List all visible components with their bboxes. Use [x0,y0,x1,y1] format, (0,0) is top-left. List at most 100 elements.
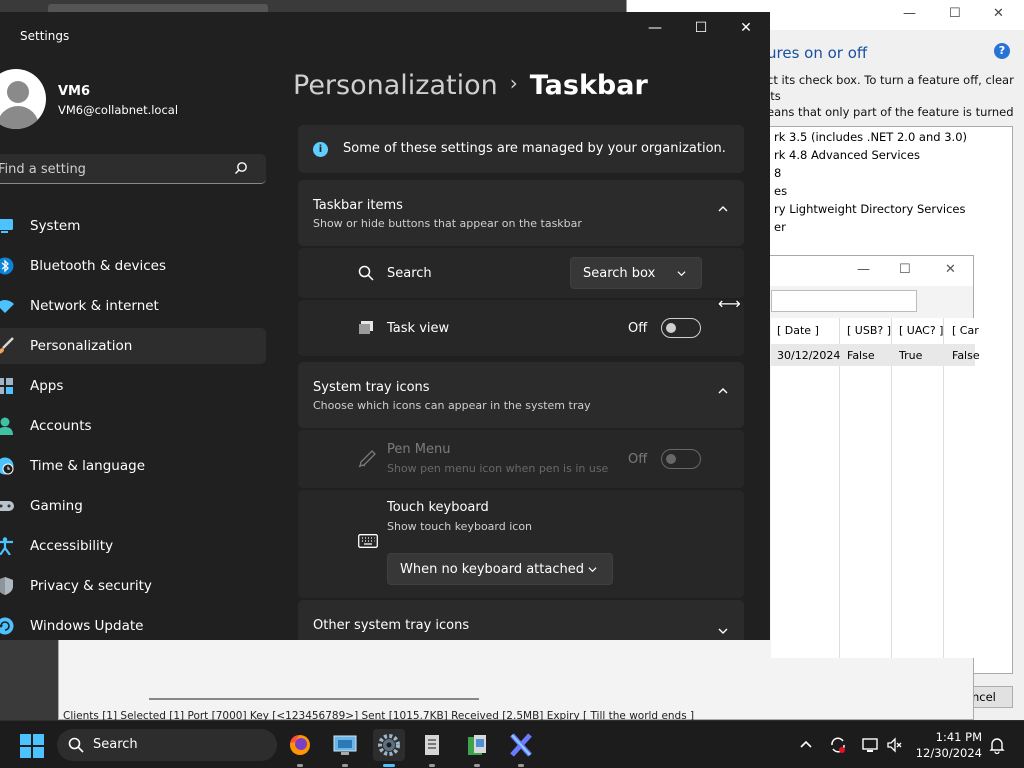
chevron-up-icon[interactable] [797,736,815,754]
taskbar-search[interactable]: Search [57,729,277,761]
help-icon[interactable]: ? [994,43,1010,59]
breadcrumb-separator: › [509,71,518,95]
nav-item-accounts[interactable]: Accounts [0,408,266,444]
clients-table[interactable]: [ Date ] [ USB? ] [ UAC? ] [ Car 30/12/2… [771,318,980,658]
app-title: Settings [20,29,70,43]
nav-item-network[interactable]: Network & internet [0,288,266,324]
chevron-down-icon[interactable] [718,626,728,636]
resize-cursor-icon: ⟷ [718,294,741,313]
update-icon [0,617,14,635]
table-cell: 30/12/2024 [777,349,841,362]
file-app-icon[interactable] [416,729,448,767]
start-icon[interactable] [20,734,44,758]
chevron-down-icon [588,567,597,573]
user-email: VM6@collabnet.local [58,103,179,117]
wifi-icon [0,300,14,313]
remote-desktop-icon[interactable] [329,729,361,767]
pen-icon [358,450,376,468]
apps-icon [0,378,13,394]
nav-item-accessibility[interactable]: Accessibility [0,528,266,564]
nav-item-bluetooth[interactable]: Bluetooth & devices [0,248,266,284]
globe-clock-icon [0,457,14,475]
taskbar: Search 1:41 PM 12/30/2024 [0,720,1024,768]
info-icon: i [313,142,328,157]
search-icon[interactable] [234,161,248,175]
volume-muted-icon[interactable] [886,736,904,754]
settings-window: Settings — ☐ ✕ VM6 VM6@collabnet.local S… [0,12,770,640]
chevron-down-icon [677,271,686,277]
minimize-icon[interactable]: — [857,262,870,277]
breadcrumb: Personalization › Taskbar [293,70,648,101]
installer-icon[interactable] [461,729,493,767]
search-icon [358,265,374,281]
search-mode-dropdown[interactable]: Search box [570,257,702,289]
maximize-icon[interactable]: ☐ [949,6,961,21]
firefox-icon[interactable] [284,729,316,767]
task-view-toggle[interactable] [661,318,701,338]
search-icon [68,737,84,753]
task-view-row: Task view Off [298,300,744,356]
nav-item-system[interactable]: System [0,208,266,244]
feature-item[interactable]: rk 3.5 (includes .NET 2.0 and 3.0) [774,130,967,144]
settings-gear-icon[interactable] [373,729,405,767]
minimize-icon[interactable]: — [903,6,916,21]
pen-menu-row: Pen Menu Show pen menu icon when pen is … [298,430,744,488]
table-cell: False [847,349,875,362]
table-cell: False [952,349,980,362]
sync-icon[interactable] [829,736,847,754]
chevron-up-icon[interactable] [718,386,728,396]
nav-item-gaming[interactable]: Gaming [0,488,266,524]
horizontal-scrollbar[interactable] [149,698,479,700]
close-button[interactable]: ✕ [731,20,761,40]
maximize-icon[interactable]: ☐ [899,262,911,277]
feature-item[interactable]: es [774,184,787,198]
minimize-button[interactable]: — [640,20,670,40]
feature-item[interactable]: er [774,220,786,234]
page-title: Taskbar [529,70,648,101]
task-view-icon [359,321,373,334]
nav-item-time-language[interactable]: Time & language [0,448,266,484]
avatar[interactable] [0,69,46,129]
settings-search[interactable] [0,154,266,184]
gamepad-icon [0,501,14,511]
close-icon[interactable]: ✕ [945,262,956,277]
maximize-button[interactable]: ☐ [686,20,716,40]
filter-input[interactable] [771,290,917,312]
taskbar-items-header[interactable]: Taskbar items Show or hide buttons that … [298,180,744,246]
touch-keyboard-row: Touch keyboard Show touch keyboard icon … [298,490,744,598]
chevron-up-icon[interactable] [718,204,728,214]
column-header[interactable]: [ UAC? ] [899,324,943,337]
network-icon[interactable] [861,736,879,754]
person-icon [0,417,13,435]
monitor-icon [0,219,13,233]
column-header[interactable]: [ Date ] [777,324,819,337]
system-tray-header[interactable]: System tray icons Choose which icons can… [298,362,744,428]
feature-item[interactable]: 8 [774,166,781,180]
features-description: ct its check box. To turn a feature off,… [767,73,1014,119]
bluetooth-icon [0,257,14,275]
shield-icon [0,577,13,595]
x-app-icon[interactable] [505,729,537,767]
breadcrumb-parent[interactable]: Personalization [293,70,498,101]
nav-item-apps[interactable]: Apps [0,368,266,404]
paintbrush-icon [0,337,14,354]
pen-menu-toggle [661,449,701,469]
column-header[interactable]: [ USB? ] [847,324,891,337]
feature-item[interactable]: ry Lightweight Directory Services [774,202,965,216]
close-icon[interactable]: ✕ [993,6,1004,21]
nav-item-windows-update[interactable]: Windows Update [0,608,266,640]
nav-item-personalization[interactable]: Personalization [0,328,266,364]
search-setting-row: Search Search box [298,248,744,298]
column-header[interactable]: [ Car [952,324,979,337]
notification-bell-icon[interactable] [988,736,1006,754]
accessibility-icon [0,537,13,555]
other-tray-header[interactable]: Other system tray icons [298,600,744,640]
keyboard-icon [358,534,378,548]
feature-item[interactable]: rk 4.8 Advanced Services [774,148,920,162]
search-input[interactable] [0,159,218,179]
user-name: VM6 [58,84,91,99]
table-cell: True [899,349,923,362]
nav-item-privacy[interactable]: Privacy & security [0,568,266,604]
touch-keyboard-dropdown[interactable]: When no keyboard attached [387,553,613,585]
system-clock[interactable]: 1:41 PM 12/30/2024 [914,729,982,761]
